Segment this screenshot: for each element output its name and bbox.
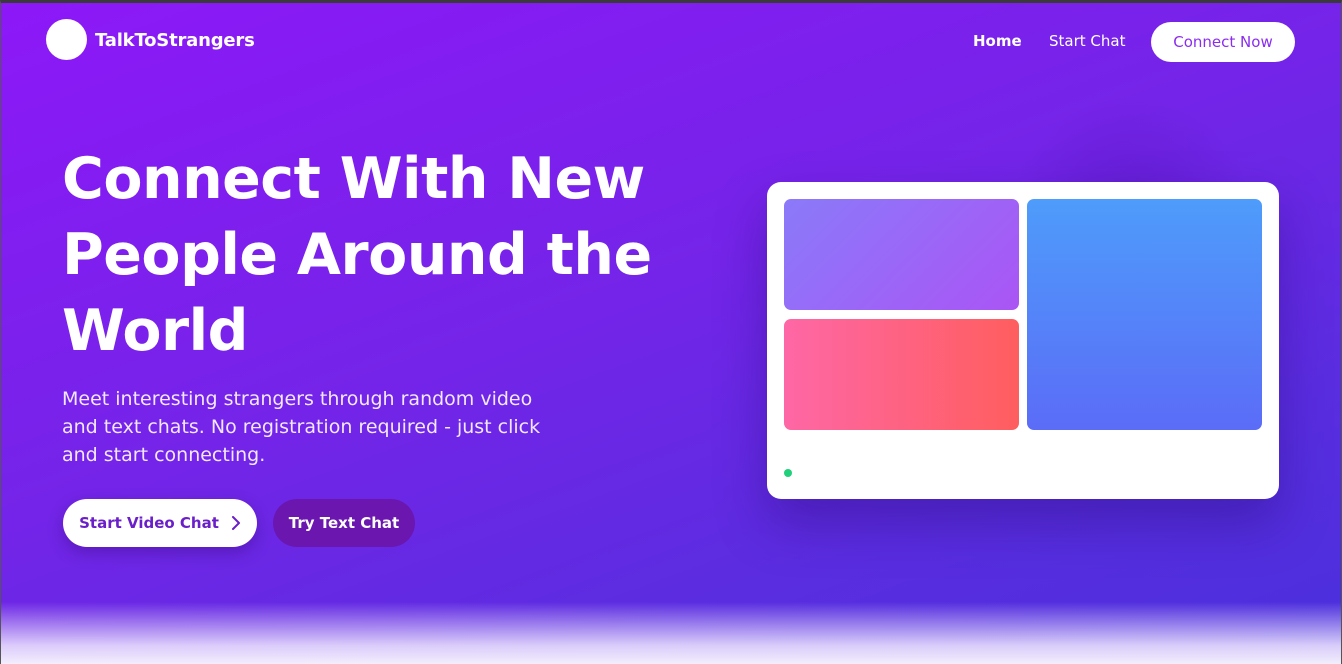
video-tile-right [1027, 199, 1262, 430]
video-chat-mockup [767, 182, 1279, 499]
logo-icon[interactable] [46, 19, 87, 60]
try-text-chat-button[interactable]: Try Text Chat [273, 499, 415, 547]
nav-item-home[interactable]: Home [973, 32, 1022, 50]
landing-page: TalkToStrangers Home Start Chat Connect … [0, 0, 1342, 664]
online-status-indicator [784, 469, 792, 477]
nav-item-start-chat[interactable]: Start Chat [1049, 32, 1125, 50]
start-video-chat-label: Start Video Chat [79, 514, 219, 532]
brand-name[interactable]: TalkToStrangers [95, 30, 255, 51]
video-tile-bottom-left [784, 319, 1019, 430]
bottom-fade [1, 602, 1341, 664]
hero-title: Connect With New People Around the World [62, 146, 652, 364]
video-tile-top-left [784, 199, 1019, 310]
start-video-chat-button[interactable]: Start Video Chat [63, 499, 257, 547]
hero-subtitle: Meet interesting strangers through rando… [62, 388, 541, 466]
chevron-right-icon [231, 516, 240, 530]
connect-now-button[interactable]: Connect Now [1151, 22, 1295, 62]
